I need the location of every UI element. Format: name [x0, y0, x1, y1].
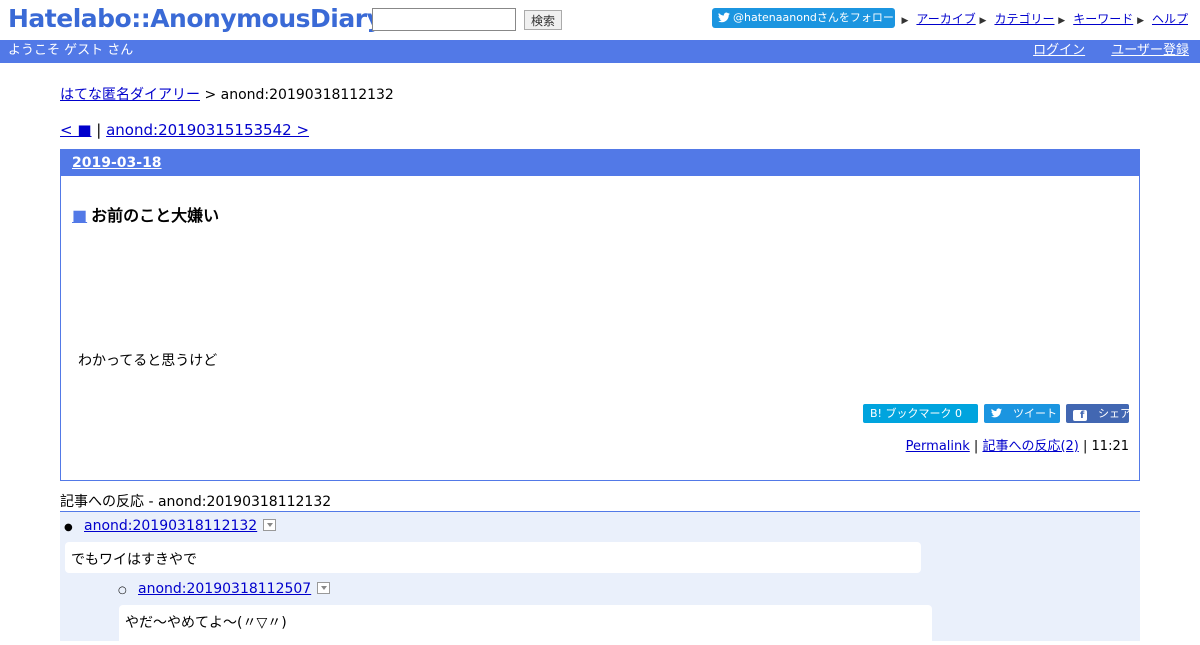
- facebook-icon: f: [1073, 410, 1087, 421]
- bullet-icon: ●: [64, 522, 73, 533]
- pager-separator: |: [91, 121, 107, 139]
- breadcrumb-current: anond:20190318112132: [220, 87, 394, 103]
- article-body: わかってると思うけど: [78, 353, 218, 369]
- nav-category[interactable]: カテゴリー: [994, 12, 1054, 26]
- top-nav: ▶ アーカイブ ▶ カテゴリー ▶ キーワード ▶ ヘルプ: [902, 10, 1189, 27]
- reaction-text: やだ～やめてよ～(〃▽〃): [119, 605, 932, 645]
- reaction-item: anond:20190318112132: [84, 518, 277, 534]
- dropdown-icon[interactable]: [317, 582, 331, 594]
- breadcrumb-home[interactable]: はてな匿名ダイアリー: [60, 87, 200, 103]
- prev-link[interactable]: < ■: [60, 121, 92, 139]
- welcome-text: ようこそ ゲスト さん: [8, 43, 134, 58]
- reaction-item: anond:20190318112507: [138, 581, 331, 597]
- share-buttons: B! ブックマーク 0 ツイート f シェア: [863, 404, 1131, 423]
- search-button[interactable]: 検索: [524, 10, 562, 30]
- article-meta: Permalink | 記事への反応(2) | 11:21: [905, 439, 1129, 454]
- login-link[interactable]: ログイン: [1033, 43, 1085, 58]
- twitter-follow-button[interactable]: @hatenaanondさんをフォロー: [712, 8, 895, 28]
- date-bar: 2019-03-18: [61, 150, 1139, 176]
- permalink-link[interactable]: Permalink: [906, 439, 970, 454]
- bullet-icon: ○: [118, 585, 127, 596]
- hatena-bookmark-button[interactable]: B! ブックマーク 0: [863, 404, 978, 423]
- register-link[interactable]: ユーザー登録: [1111, 43, 1189, 58]
- title-permalink-marker[interactable]: ■: [72, 206, 87, 225]
- search-input[interactable]: [372, 8, 516, 31]
- reaction-link[interactable]: anond:20190318112507: [138, 581, 311, 597]
- nav-archive[interactable]: アーカイブ: [916, 12, 975, 26]
- arrow-icon: ▶: [901, 16, 909, 26]
- next-link[interactable]: anond:20190315153542 >: [106, 121, 309, 139]
- breadcrumb-separator: >: [200, 87, 221, 103]
- reactions-area: ● anond:20190318112132 でもワイはすきやで ○ anond…: [60, 511, 1140, 645]
- reactions-title: 記事への反応 - anond:20190318112132: [60, 494, 332, 510]
- nav-help[interactable]: ヘルプ: [1152, 12, 1188, 26]
- user-bar: ようこそ ゲスト さん ログイン ユーザー登録: [0, 40, 1200, 63]
- follow-label: @hatenaanondさんをフォロー: [733, 11, 894, 24]
- article-date[interactable]: 2019-03-18: [72, 155, 162, 171]
- header: Hatelabo::AnonymousDiary 検索 @hatenaanond…: [0, 0, 1200, 40]
- tweet-label: ツイート: [1013, 407, 1057, 420]
- twitter-icon: [718, 12, 730, 23]
- article-title: ■ お前のこと大嫌い: [72, 202, 219, 226]
- article: 2019-03-18 ■ お前のこと大嫌い わかってると思うけど B! ブックマー…: [60, 149, 1140, 481]
- pager: < ■ | anond:20190315153542 >: [60, 121, 309, 139]
- arrow-icon: ▶: [1137, 16, 1144, 26]
- site-logo[interactable]: Hatelabo::AnonymousDiary: [8, 4, 383, 33]
- title-text: お前のこと大嫌い: [91, 206, 220, 225]
- breadcrumb: はてな匿名ダイアリー > anond:20190318112132: [60, 84, 394, 104]
- dropdown-icon[interactable]: [263, 519, 277, 531]
- share-label: シェア: [1098, 407, 1131, 420]
- post-time: 11:21: [1091, 439, 1129, 454]
- tweet-button[interactable]: ツイート: [984, 404, 1060, 423]
- reaction-link[interactable]: anond:20190318112132: [84, 518, 257, 534]
- facebook-share-button[interactable]: f シェア: [1066, 404, 1131, 423]
- arrow-icon: ▶: [1058, 16, 1066, 26]
- arrow-icon: ▶: [979, 16, 987, 26]
- twitter-icon: [991, 408, 1002, 418]
- reactions-link[interactable]: 記事への反応(2): [982, 439, 1078, 454]
- nav-keyword[interactable]: キーワード: [1073, 12, 1133, 26]
- reaction-text: でもワイはすきやで: [65, 542, 921, 573]
